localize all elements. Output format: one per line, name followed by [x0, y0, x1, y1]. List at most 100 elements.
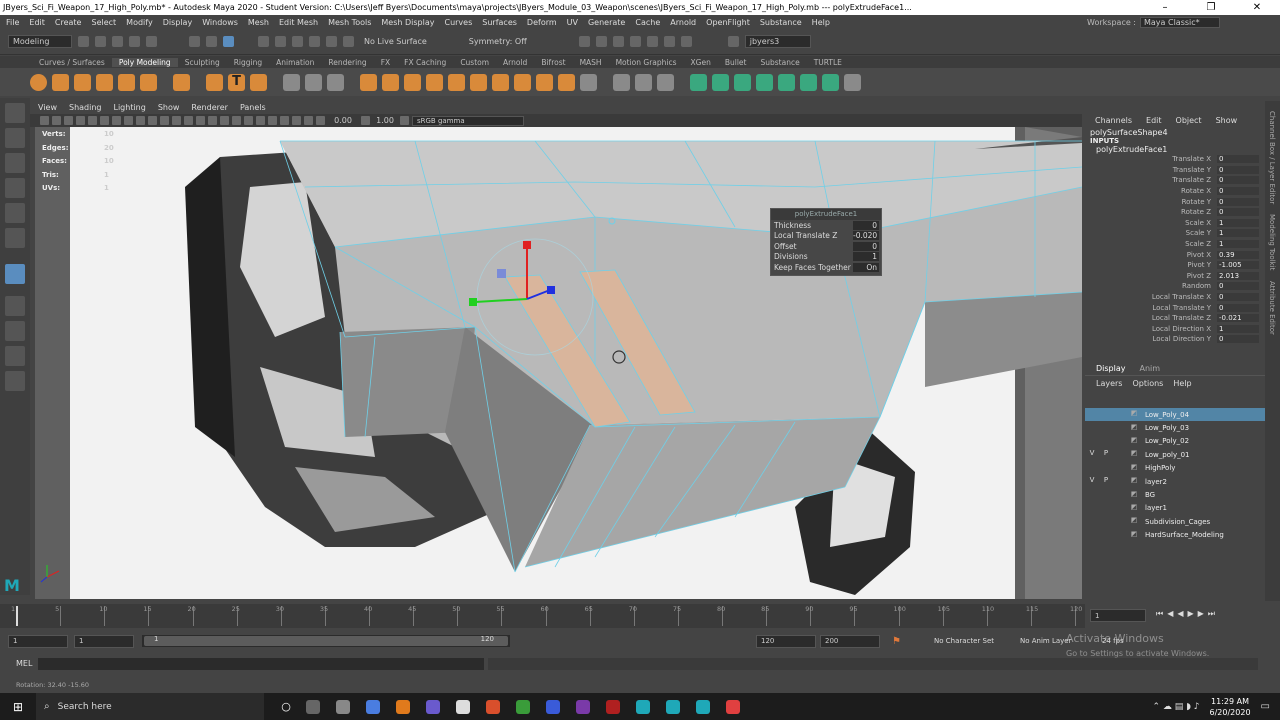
mirror-icon[interactable]: [382, 73, 399, 91]
bridge-icon[interactable]: [426, 73, 443, 91]
menu-generate[interactable]: Generate: [588, 18, 625, 27]
extrude-manipulator-icon[interactable]: [5, 264, 25, 284]
cb-attr-value[interactable]: 1: [1217, 324, 1259, 333]
planar-mapping-icon[interactable]: [690, 73, 707, 91]
safe-title-icon[interactable]: [148, 116, 157, 125]
menu-select[interactable]: Select: [91, 18, 116, 27]
render-frame-icon[interactable]: [595, 36, 607, 47]
layer-row[interactable]: ◩ layer1: [1085, 502, 1265, 515]
taskbar-clock[interactable]: 11:29 AM 6/20/2020: [1210, 696, 1251, 718]
combine-icon[interactable]: [283, 73, 300, 91]
film-gate-icon[interactable]: [88, 116, 97, 125]
ambient-occlusion-icon[interactable]: [232, 116, 241, 125]
cb-node-name[interactable]: polyExtrudeFace1: [1085, 145, 1265, 154]
cb-attr-row[interactable]: Translate Y 0: [1085, 165, 1265, 176]
viewport-menu-shading[interactable]: Shading: [69, 103, 102, 112]
app-icon-3[interactable]: [666, 699, 680, 714]
popup-row-keep-faces-together[interactable]: Keep Faces Together On: [771, 262, 881, 273]
layer-type-toggle[interactable]: [1113, 490, 1127, 501]
poly-disc-icon[interactable]: [173, 73, 190, 91]
layer-menu-options[interactable]: Options: [1132, 379, 1163, 388]
user-dropdown[interactable]: jbyers3: [744, 35, 811, 48]
shelf-tab-motion-graphics[interactable]: Motion Graphics: [609, 58, 684, 67]
automatic-mapping-icon[interactable]: [712, 73, 729, 91]
cb-attr-value[interactable]: 1: [1217, 229, 1259, 238]
quad-draw-icon[interactable]: [536, 73, 553, 91]
layer-color-icon[interactable]: ◩: [1127, 436, 1141, 447]
shelf-tab-xgen[interactable]: XGen: [684, 58, 718, 67]
layer-playback-toggle[interactable]: [1099, 530, 1113, 541]
app-icon-s[interactable]: [546, 699, 560, 714]
side-tab-modeling-toolkit[interactable]: Modeling Toolkit: [1268, 214, 1276, 270]
cb-attr-row[interactable]: Pivot Z 2.013: [1085, 271, 1265, 282]
new-scene-icon[interactable]: [78, 36, 89, 47]
cb-attr-row[interactable]: Local Translate Y 0: [1085, 302, 1265, 313]
cb-attr-value[interactable]: 0: [1217, 197, 1259, 206]
smooth-shade-icon[interactable]: [172, 116, 181, 125]
workspace-dropdown[interactable]: Maya Classic*: [1140, 16, 1220, 28]
cb-attr-value[interactable]: 0: [1217, 165, 1259, 174]
app-icon-green[interactable]: [516, 699, 530, 714]
layer-visibility-toggle[interactable]: [1085, 516, 1099, 527]
menu-uv[interactable]: UV: [567, 18, 578, 27]
layer-visibility-toggle[interactable]: [1085, 530, 1099, 541]
popup-row-offset[interactable]: Offset 0: [771, 241, 881, 252]
viewport-menu-renderer[interactable]: Renderer: [191, 103, 228, 112]
gamma-icon[interactable]: [361, 116, 370, 125]
close-button[interactable]: ✕: [1234, 2, 1280, 13]
cb-menu-object[interactable]: Object: [1176, 116, 1202, 125]
animation-end-field[interactable]: 200: [820, 634, 880, 648]
cortana-icon[interactable]: ○: [274, 700, 298, 713]
svg-tool-icon[interactable]: [250, 73, 267, 91]
app-icon-purple[interactable]: [426, 699, 440, 714]
xray-joints-icon[interactable]: [304, 116, 313, 125]
cb-attr-row[interactable]: Translate Z 0: [1085, 175, 1265, 186]
textured-icon[interactable]: [196, 116, 205, 125]
layer-playback-toggle[interactable]: [1099, 516, 1113, 527]
layer-playback-toggle[interactable]: [1099, 490, 1113, 501]
color-space-dropdown[interactable]: sRGB gamma: [412, 115, 524, 126]
menu-create[interactable]: Create: [55, 18, 82, 27]
layer-row[interactable]: ◩ Low_Poly_03: [1085, 421, 1265, 434]
layer-visibility-toggle[interactable]: [1085, 423, 1099, 434]
cb-attr-row[interactable]: Rotate Z 0: [1085, 207, 1265, 218]
cb-attr-value[interactable]: -0.021: [1217, 314, 1259, 323]
cb-attr-value[interactable]: 0: [1217, 208, 1259, 217]
minimize-button[interactable]: –: [1142, 2, 1188, 13]
shelf-tab-rigging[interactable]: Rigging: [227, 58, 269, 67]
boolean-icon[interactable]: [360, 73, 377, 91]
gamma-value[interactable]: 1.00: [373, 116, 397, 125]
layer-type-toggle[interactable]: [1113, 516, 1127, 527]
shelf-tab-rendering[interactable]: Rendering: [321, 58, 373, 67]
cb-attr-value[interactable]: 1: [1217, 240, 1259, 249]
taskbar-search-box[interactable]: ⌕ Search here: [36, 693, 264, 720]
viewport-menu-show[interactable]: Show: [158, 103, 180, 112]
layer-playback-toggle[interactable]: [1099, 503, 1113, 514]
layer-menu-help[interactable]: Help: [1173, 379, 1191, 388]
two-pane-layout-icon[interactable]: [5, 346, 25, 366]
cb-attr-row[interactable]: Pivot Y -1.005: [1085, 260, 1265, 271]
popup-row-local-translate-z[interactable]: Local Translate Z -0.020: [771, 231, 881, 242]
shelf-tab-arnold[interactable]: Arnold: [496, 58, 534, 67]
undo-icon[interactable]: [129, 36, 140, 47]
resolution-gate-icon[interactable]: [100, 116, 109, 125]
smooth-icon[interactable]: [327, 73, 344, 91]
select-object-icon[interactable]: [206, 36, 217, 47]
calculator-icon[interactable]: [456, 699, 470, 714]
layer-visibility-toggle[interactable]: [1085, 409, 1099, 420]
firefox-icon[interactable]: [396, 699, 410, 714]
cb-attr-row[interactable]: Scale Z 1: [1085, 239, 1265, 250]
shelf-tab-turtle[interactable]: TURTLE: [807, 58, 849, 67]
cb-attr-row[interactable]: Scale X 1: [1085, 218, 1265, 229]
shelf-tab-fx[interactable]: FX: [374, 58, 397, 67]
offset-edge-loop-icon[interactable]: [657, 73, 674, 91]
layer-name[interactable]: Low_Poly_03: [1141, 424, 1189, 432]
snap-surface-icon[interactable]: [326, 36, 337, 47]
maya-taskbar-icon[interactable]: [636, 699, 650, 714]
popup-row-divisions[interactable]: Divisions 1: [771, 252, 881, 263]
layer-row[interactable]: ◩ BG: [1085, 488, 1265, 501]
layer-row[interactable]: V P ◩ layer2: [1085, 475, 1265, 488]
scale-tool-icon[interactable]: [5, 228, 25, 248]
uv-editor-icon[interactable]: [800, 73, 817, 91]
layer-name[interactable]: BG: [1141, 491, 1155, 499]
